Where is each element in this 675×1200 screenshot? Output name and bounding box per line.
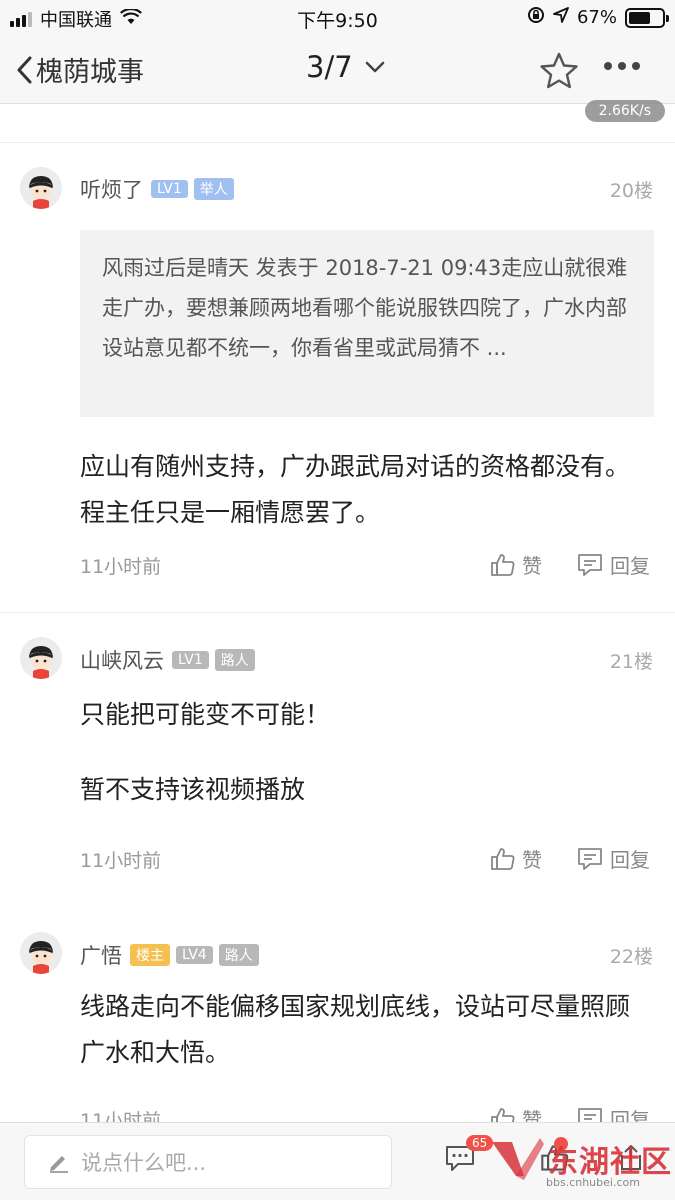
chevron-down-icon (365, 61, 384, 73)
avatar[interactable] (20, 637, 62, 679)
floor-number: 20楼 (609, 180, 653, 202)
post-content: 线路走向不能偏移国家规划底线，设站可尽量照顾广水和大悟。 (80, 992, 631, 1067)
pencil-icon (50, 1156, 68, 1173)
author-name[interactable]: 广悟 (80, 940, 122, 970)
network-speed-badge: 2.66K/s (584, 100, 665, 122)
star-icon (540, 52, 578, 89)
rank-badge: 举人 (193, 178, 234, 200)
comments-button[interactable]: 65 (444, 1135, 494, 1177)
author-name[interactable]: 山峡风云 (80, 645, 164, 675)
divider (0, 142, 675, 143)
more-dot-icon (604, 62, 612, 70)
favorite-button[interactable] (538, 50, 580, 92)
nav-bar: 槐荫城事 3/7 (0, 36, 675, 104)
reply-label: 回复 (610, 848, 650, 872)
back-button[interactable]: 槐荫城事 (16, 50, 144, 89)
reply-bubble-icon (578, 553, 602, 576)
watermark-url: bbs.cnhubei.com (546, 1176, 640, 1189)
rank-badge: 路人 (218, 944, 259, 966)
divider (0, 612, 675, 613)
author-row: 听烦了 LV1 举人 (80, 174, 234, 204)
author-row: 山峡风云 LV1 路人 (80, 645, 255, 675)
more-dot-icon (632, 62, 640, 70)
comment-input[interactable]: 说点什么吧... (24, 1135, 392, 1189)
chevron-left-icon (17, 56, 32, 83)
reply-button[interactable]: 回复 (576, 844, 650, 873)
level-badge: LV4 (176, 946, 213, 964)
page-selector[interactable]: 3/7 (306, 50, 385, 84)
more-options-button[interactable] (604, 62, 640, 70)
video-unsupported-notice: 暂不支持该视频播放 (80, 775, 306, 804)
reply-label: 回复 (610, 554, 650, 578)
like-label: 赞 (522, 554, 542, 578)
avatar[interactable] (20, 167, 62, 209)
comment-placeholder: 说点什么吧... (81, 1151, 207, 1175)
level-badge: LV1 (172, 651, 209, 669)
author-name[interactable]: 听烦了 (80, 174, 143, 204)
status-bar: 中国联通 下午9:50 67% (0, 0, 675, 36)
battery-icon (625, 7, 669, 28)
like-button[interactable]: 赞 (490, 550, 542, 579)
post-time: 11小时前 (80, 556, 162, 578)
page-indicator-label: 3/7 (306, 50, 353, 84)
thumbs-up-icon (491, 553, 515, 576)
level-badge: LV1 (151, 180, 188, 198)
avatar[interactable] (20, 932, 62, 974)
site-watermark: 东湖社区 bbs.cnhubei.com (490, 1136, 672, 1189)
like-label: 赞 (522, 848, 542, 872)
reply-button[interactable]: 回复 (576, 550, 650, 579)
thumbs-up-icon (491, 847, 515, 870)
quoted-post[interactable]: 风雨过后是晴天 发表于 2018-7-21 09:43走应山就很难走广办，要想兼… (80, 230, 654, 417)
like-button[interactable]: 赞 (490, 844, 542, 873)
reply-bubble-icon (578, 847, 602, 870)
forum-title: 槐荫城事 (36, 57, 144, 88)
status-right: 67% (527, 6, 669, 29)
location-icon (553, 7, 569, 28)
author-row: 广悟 楼主 LV4 路人 (80, 940, 259, 970)
rank-badge: 路人 (214, 649, 255, 671)
floor-number: 21楼 (609, 651, 653, 673)
post-content: 应山有随州支持，广办跟武局对话的资格都没有。程主任只是一厢情愿罢了。 (80, 452, 631, 527)
floor-number: 22楼 (609, 946, 653, 968)
post-content: 只能把可能变不可能！ (80, 700, 331, 729)
more-dot-icon (618, 62, 626, 70)
watermark-logo-icon (492, 1138, 544, 1180)
battery-percent: 67% (576, 7, 617, 28)
post-time: 11小时前 (80, 850, 162, 872)
watermark-text: 东湖社区 (548, 1145, 672, 1180)
orientation-lock-icon (527, 6, 545, 29)
owner-badge: 楼主 (130, 944, 170, 966)
